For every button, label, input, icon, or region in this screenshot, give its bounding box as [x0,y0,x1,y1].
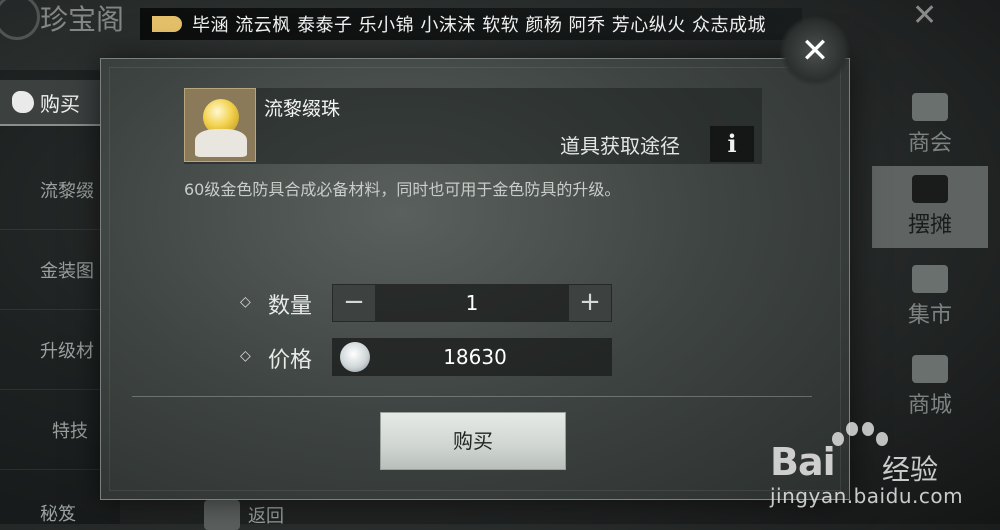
guild-icon [912,93,948,121]
close-button[interactable]: ✕ [780,16,850,86]
paw-logo-icon [828,420,888,456]
pearl-item-icon [184,88,256,162]
diamond-bullet-icon: ◇ [240,348,251,364]
watermark-brand-suffix: 经验 [882,453,939,486]
sidebar-item-market[interactable]: 集市 [872,256,988,338]
item-name: 流黎缀珠 [264,98,341,120]
tab-buy[interactable]: 购买 [0,80,110,126]
category-item[interactable]: 流黎缀 [0,154,110,230]
swirl-logo-icon [0,0,40,40]
market-icon [912,265,948,293]
info-icon: i [727,129,737,158]
baidu-watermark: Bai 经验 jingyan.baidu.com [770,418,990,518]
horn-icon [152,16,182,32]
close-icon: ✕ [800,31,830,71]
back-arrow-icon [204,500,240,530]
quantity-value[interactable]: 1 [374,284,570,322]
mall-icon [912,355,948,383]
sidebar-item-guild[interactable]: 商会 [872,84,988,166]
item-description: 60级金色防具合成必备材料，同时也可用于金色防具的升级。 [184,180,621,199]
silver-ingot-icon [340,342,370,372]
stall-icon [912,175,948,203]
quantity-label: 数量 [268,294,313,319]
price-value: 18630 [443,345,507,369]
item-source-label: 道具获取途径 [560,134,680,158]
buy-button[interactable]: 购买 [380,412,566,470]
bag-icon [12,91,34,113]
decrement-button[interactable]: − [333,285,375,321]
increment-button[interactable]: + [569,285,611,321]
announcement-marquee: 毕涵 流云枫 泰泰子 乐小锦 小沫沫 软软 颜杨 阿乔 芳心纵火 众志成城 [140,8,802,40]
sidebar-item-mall[interactable]: 商城 [872,346,988,428]
info-button[interactable]: i [710,126,754,162]
category-item[interactable]: 特技 [0,394,110,470]
diamond-bullet-icon: ◇ [240,294,251,310]
back-button[interactable]: 返回 [204,500,284,530]
marquee-text: 毕涵 流云枫 泰泰子 乐小锦 小沫沫 软软 颜杨 阿乔 芳心纵火 众志成城 [192,15,766,36]
sidebar-item-stall[interactable]: 摆摊 [872,166,988,248]
divider [132,396,812,397]
background-close-icon[interactable]: ✕ [912,1,937,31]
category-item[interactable]: 秘笈 [40,500,76,526]
category-item[interactable]: 升级材 [0,314,110,390]
watermark-url: jingyan.baidu.com [770,484,964,508]
category-item[interactable]: 金装图 [0,234,110,310]
price-label: 价格 [268,348,313,373]
watermark-brand: Bai [770,440,836,484]
